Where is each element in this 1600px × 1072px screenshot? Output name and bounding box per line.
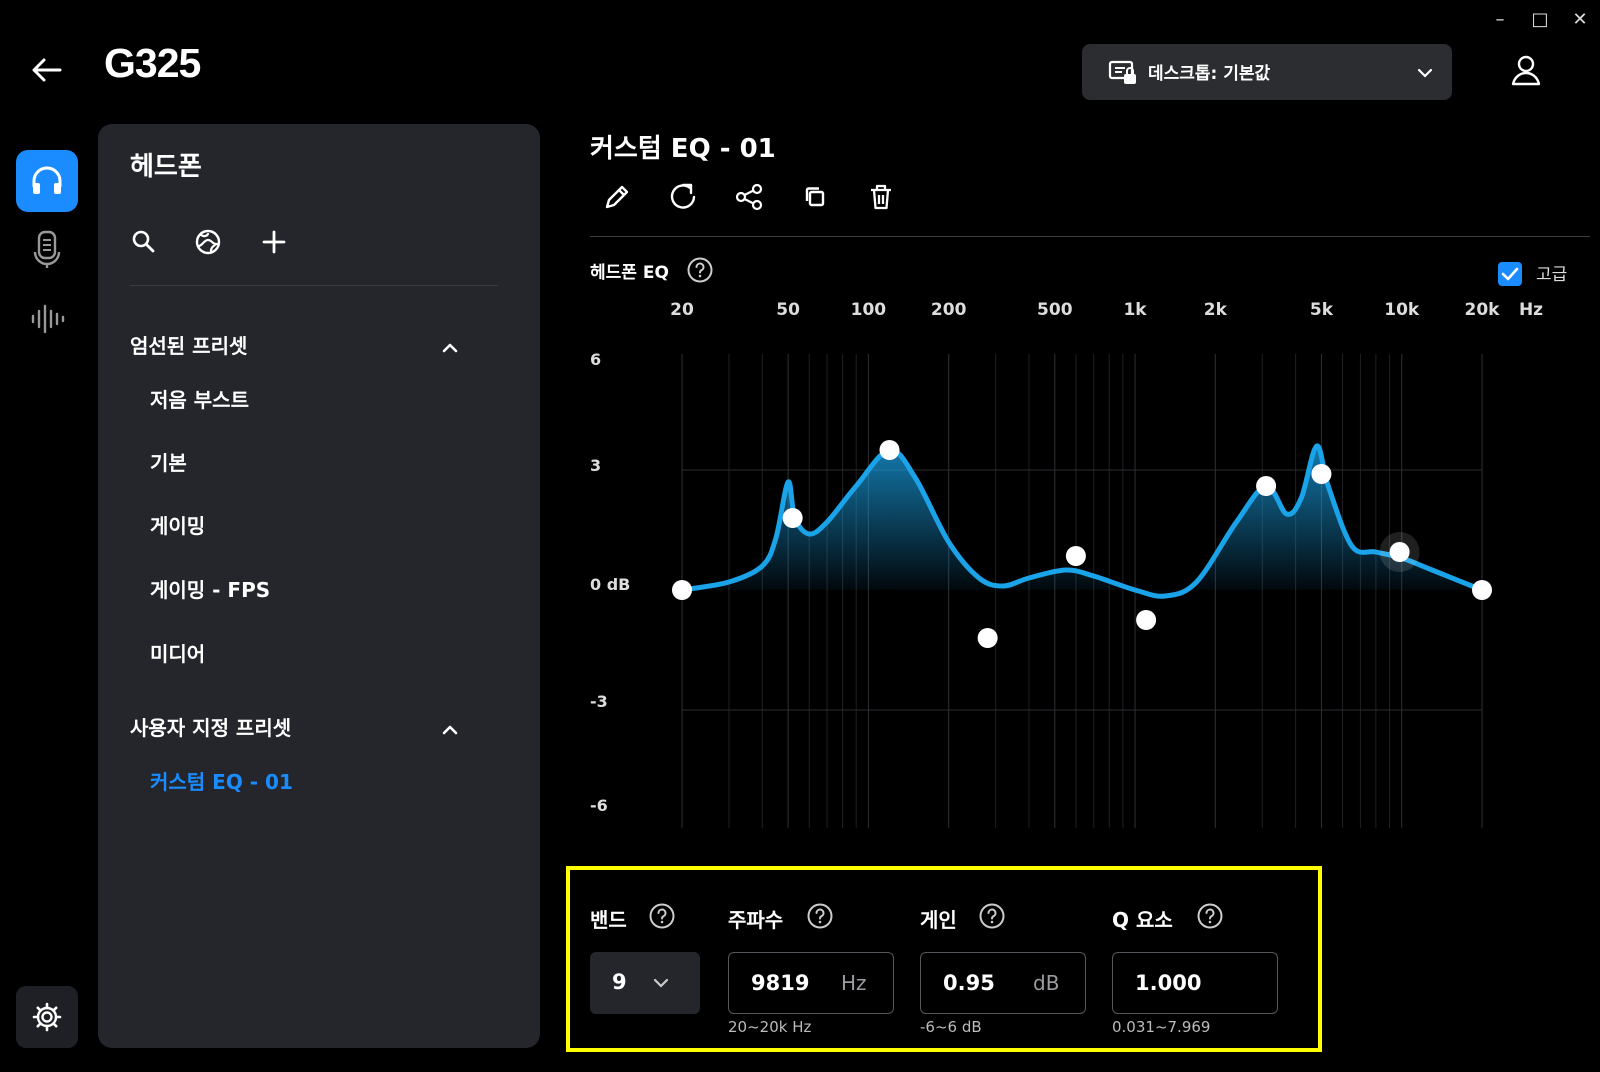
x-tick-label: 500 [1037, 300, 1073, 320]
rail-equalizer-button[interactable] [16, 288, 78, 350]
preset-item-gaming-fps[interactable]: 게이밍 - FPS [150, 574, 270, 603]
x-tick-label: 10k [1384, 300, 1420, 320]
selected-band-halo [1379, 532, 1420, 572]
eq-band-point-10[interactable] [1472, 580, 1492, 600]
minimize-button[interactable]: – [1488, 8, 1512, 32]
y-tick-label: 0 dB [590, 575, 631, 594]
q-factor-label: Q 요소 [1112, 908, 1173, 932]
band-label: 밴드 [590, 908, 627, 932]
eq-curve-line [679, 443, 1485, 599]
band-value: 9 [612, 970, 627, 994]
x-unit-label: Hz [1518, 300, 1544, 320]
frequency-range: 20~20k Hz [728, 1018, 812, 1036]
band-select[interactable]: 9 [590, 952, 700, 1014]
eq-curve-fill [682, 445, 1482, 597]
profile-dropdown[interactable]: 데스크톱: 기본값 [1082, 44, 1452, 100]
desktop-lock-icon [1108, 58, 1138, 88]
x-tick-label: 50 [776, 300, 800, 320]
x-tick-label: 2k [1203, 300, 1227, 320]
copy-icon[interactable] [798, 180, 832, 214]
eq-band-point-1[interactable] [672, 580, 692, 600]
reset-icon[interactable] [666, 180, 700, 214]
equalizer-icon [29, 301, 65, 337]
eq-band-point-9[interactable] [1389, 542, 1410, 562]
add-icon[interactable] [258, 226, 290, 258]
rail-microphone-button[interactable] [16, 218, 78, 280]
delete-icon[interactable] [864, 180, 898, 214]
frequency-unit: Hz [841, 971, 867, 995]
panel-divider [130, 285, 498, 286]
eq-band-point-8[interactable] [1311, 464, 1332, 484]
preset-item-bass-boost[interactable]: 저음 부스트 [150, 384, 249, 413]
section-curated-presets[interactable]: 엄선된 프리셋 [130, 330, 247, 359]
y-tick-label: 3 [590, 456, 602, 475]
x-tick-label: 1k [1123, 300, 1147, 320]
rail-headphones-button[interactable] [16, 150, 78, 212]
x-tick-label: 20 [670, 300, 694, 320]
frequency-value: 9819 [751, 971, 810, 995]
close-button[interactable]: ✕ [1568, 8, 1592, 32]
main-divider [590, 236, 1590, 237]
settings-button[interactable] [16, 986, 78, 1048]
advanced-checkbox[interactable] [1498, 262, 1522, 286]
preset-item-custom-eq-01[interactable]: 커스텀 EQ - 01 [150, 766, 293, 795]
help-icon[interactable] [1196, 902, 1224, 930]
eq-band-point-5[interactable] [1065, 546, 1086, 566]
gain-range: -6~6 dB [920, 1018, 982, 1036]
profile-label: 데스크톱: 기본값 [1148, 64, 1271, 84]
preset-item-default[interactable]: 기본 [150, 447, 187, 476]
q-factor-range: 0.031~7.969 [1112, 1018, 1211, 1036]
chevron-down-icon [652, 974, 670, 992]
x-tick-label: 200 [930, 300, 967, 320]
help-icon[interactable] [648, 902, 676, 930]
y-tick-label: -6 [590, 796, 608, 815]
eq-band-point-6[interactable] [1136, 610, 1157, 630]
share-icon[interactable] [732, 180, 766, 214]
search-icon[interactable] [128, 226, 160, 258]
gear-icon [31, 1001, 63, 1033]
q-factor-value: 1.000 [1135, 971, 1202, 995]
y-tick-label: 6 [590, 350, 602, 369]
presets-globe-icon[interactable] [192, 226, 224, 258]
eq-band-point-7[interactable] [1256, 476, 1277, 496]
chevron-up-icon[interactable] [440, 338, 460, 358]
y-tick-label: -3 [590, 692, 608, 711]
preset-item-media[interactable]: 미디어 [150, 638, 205, 667]
eq-band-point-2[interactable] [782, 508, 803, 528]
back-arrow-icon[interactable] [26, 50, 66, 90]
help-icon[interactable] [806, 902, 834, 930]
frequency-field[interactable]: 9819 Hz [728, 952, 894, 1014]
maximize-button[interactable]: □ [1528, 8, 1552, 32]
section-custom-presets[interactable]: 사용자 지정 프리셋 [130, 712, 291, 741]
gain-value: 0.95 [943, 971, 995, 995]
q-factor-field[interactable]: 1.000 [1112, 952, 1278, 1014]
chevron-up-icon[interactable] [440, 720, 460, 740]
eq-band-point-4[interactable] [977, 628, 998, 648]
help-icon[interactable] [686, 256, 714, 284]
chevron-down-icon [1416, 64, 1434, 82]
user-icon[interactable] [1508, 52, 1544, 88]
edit-icon[interactable] [600, 180, 634, 214]
x-tick-label: 100 [850, 300, 887, 320]
eq-title: 커스텀 EQ - 01 [590, 134, 776, 164]
gain-field[interactable]: 0.95 dB [920, 952, 1086, 1014]
microphone-icon [31, 230, 63, 270]
device-title: G325 [104, 40, 201, 86]
eq-band-point-3[interactable] [879, 440, 900, 460]
headphones-icon [29, 163, 65, 199]
panel-title: 헤드폰 [130, 152, 202, 182]
gain-unit: dB [1033, 971, 1060, 995]
x-tick-label: 20k [1464, 300, 1500, 320]
x-tick-label: 5k [1309, 300, 1334, 320]
help-icon[interactable] [978, 902, 1006, 930]
preset-item-gaming[interactable]: 게이밍 [150, 510, 205, 539]
frequency-label: 주파수 [728, 908, 784, 932]
gain-label: 게인 [920, 908, 957, 932]
advanced-label: 고급 [1536, 265, 1568, 285]
eq-section-label: 헤드폰 EQ [590, 263, 669, 283]
